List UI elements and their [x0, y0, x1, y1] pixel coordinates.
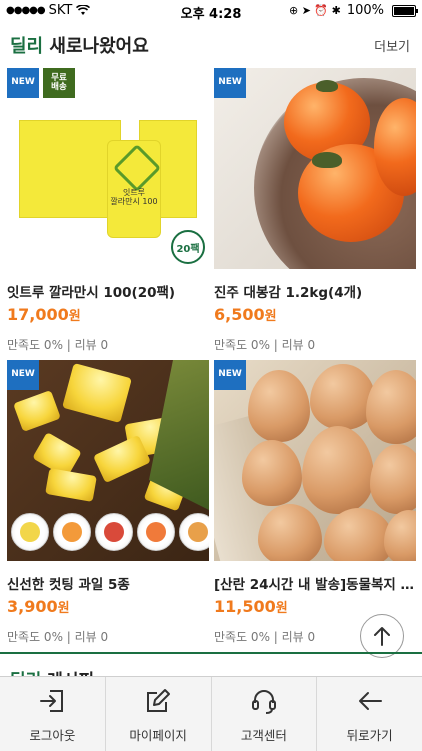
product-price: 11,500원 [214, 597, 416, 616]
new-badge: NEW [214, 68, 246, 98]
pack-count-badge: 20팩 [171, 230, 205, 264]
fruit-cups [11, 513, 209, 551]
arrow-up-icon [374, 627, 390, 646]
back-button[interactable]: 뒤로가기 [317, 677, 422, 751]
product-name[interactable]: 진주 대봉감 1.2kg(4개) [214, 281, 416, 301]
price-value: 6,500 [214, 305, 265, 324]
battery-percent: 100% [346, 3, 384, 18]
status-bar: ●●●●● SKT 오후 4:28 ⊕ ➤ ⏰ ✱ 100% [0, 0, 422, 22]
status-icons: ⊕ ➤ ⏰ ✱ [288, 4, 341, 17]
support-button[interactable]: 고객센터 [212, 677, 318, 751]
product-meta: 만족도 0% | 리뷰 0 [7, 338, 109, 352]
more-link[interactable]: 더보기 [374, 36, 410, 55]
product-price: 3,900원 [7, 597, 209, 616]
logout-icon [40, 690, 64, 712]
edit-icon [147, 689, 171, 712]
back-arrow-icon [358, 692, 382, 710]
product-meta: 만족도 0% | 리뷰 0 [214, 338, 316, 352]
section-title-brand: 딜리 [10, 36, 44, 57]
price-currency: 원 [275, 601, 288, 616]
package-text: 잇트루 깔라만시 100 [110, 188, 158, 206]
free-shipping-badge: 무료 배송 [43, 68, 75, 98]
price-currency: 원 [264, 309, 277, 324]
price-currency: 원 [57, 601, 70, 616]
battery-icon [392, 4, 418, 17]
section-header: 딜리 새로나왔어요 더보기 [10, 30, 410, 60]
price-value: 17,000 [7, 305, 69, 324]
mypage-label: 마이페이지 [129, 728, 187, 743]
logout-button[interactable]: 로그아웃 [0, 677, 106, 751]
new-badge: NEW [7, 68, 39, 98]
product-image-eggs[interactable]: NEW [214, 360, 416, 561]
section-title: 딜리 새로나왔어요 [10, 32, 149, 58]
product-card[interactable]: 잇트루 깔라만시 100 20팩 NEW 무료 배송 잇트루 깔라만시 100(… [7, 68, 209, 353]
headset-icon [251, 690, 276, 714]
new-badge: NEW [7, 360, 39, 390]
back-label: 뒤로가기 [346, 728, 393, 743]
new-badge: NEW [214, 360, 246, 390]
product-image-cut-fruit[interactable]: NEW [7, 360, 209, 561]
price-value: 11,500 [214, 597, 276, 616]
product-card[interactable]: NEW [산란 24시간 내 발송]동물복지 유정란 11,500원 만족도 0… [214, 360, 416, 645]
price-value: 3,900 [7, 597, 58, 616]
mypage-button[interactable]: 마이페이지 [106, 677, 212, 751]
product-meta: 만족도 0% | 리뷰 0 [7, 630, 109, 644]
product-price: 6,500원 [214, 305, 416, 324]
section-title-text: 새로나왔어요 [43, 36, 149, 57]
product-name[interactable]: 잇트루 깔라만시 100(20팩) [7, 281, 209, 301]
support-label: 고객센터 [240, 728, 287, 743]
price-currency: 원 [68, 309, 81, 324]
product-name[interactable]: [산란 24시간 내 발송]동물복지 유정란 [214, 573, 416, 593]
product-image-persimmon[interactable]: NEW [214, 68, 416, 269]
product-card[interactable]: NEW 신선한 컷팅 과일 5종 3,900원 만족도 0% | 리뷰 0 [7, 360, 209, 645]
bottom-toolbar: 로그아웃 마이페이지 고객센터 뒤로가기 [0, 676, 422, 751]
product-price: 17,000원 [7, 305, 209, 324]
logout-label: 로그아웃 [29, 728, 76, 743]
product-card[interactable]: NEW 진주 대봉감 1.2kg(4개) 6,500원 만족도 0% | 리뷰 … [214, 68, 416, 353]
product-name[interactable]: 신선한 컷팅 과일 5종 [7, 573, 209, 593]
product-image-calamansi[interactable]: 잇트루 깔라만시 100 20팩 NEW 무료 배송 [7, 68, 209, 269]
